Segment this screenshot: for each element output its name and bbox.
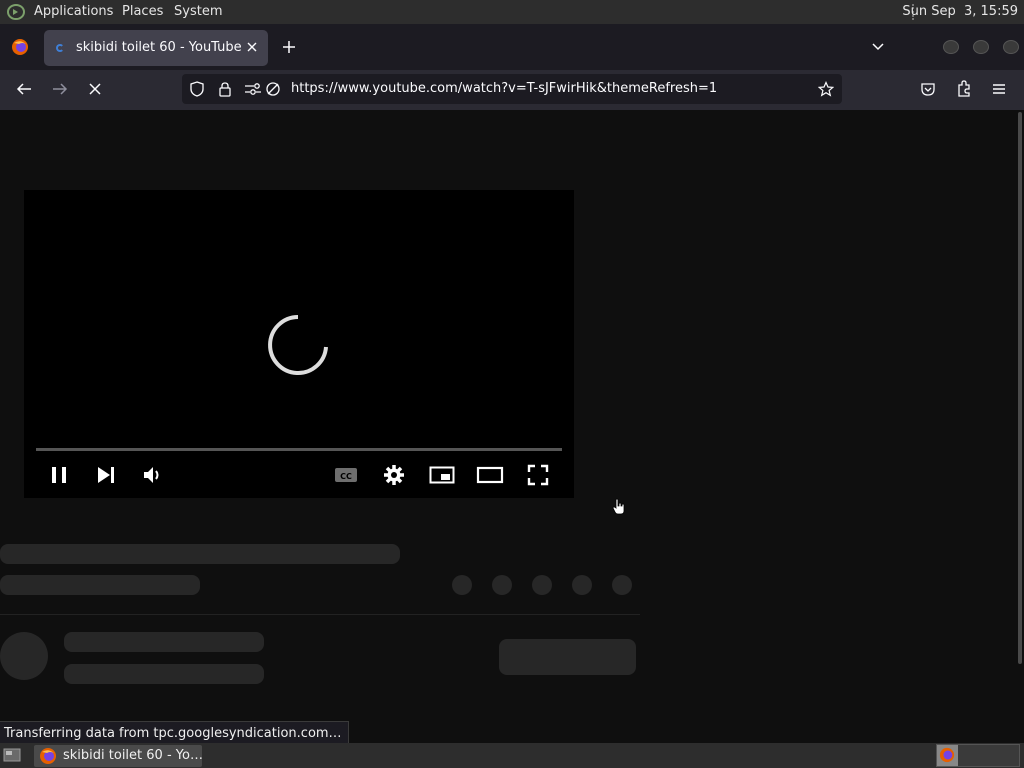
video-title-skeleton: [0, 544, 400, 564]
clock[interactable]: Sun Sep 3, 15:59: [902, 4, 1018, 19]
window-close-button[interactable]: [1003, 40, 1019, 54]
channel-name-skeleton: [64, 632, 264, 652]
workspace-firefox-mini-icon: [939, 747, 955, 763]
volume-icon[interactable]: [142, 465, 164, 485]
distro-logo-icon[interactable]: [6, 3, 26, 21]
forward-icon[interactable]: [51, 81, 69, 97]
loading-spinner-icon: [266, 313, 330, 377]
taskbar-item-label: skibidi toilet 60 - Yo…: [63, 748, 203, 763]
theater-icon[interactable]: [476, 465, 504, 485]
channel-subs-skeleton: [64, 664, 264, 684]
action-skeleton-3: [532, 575, 552, 595]
page-scrollbar[interactable]: [1018, 112, 1022, 664]
video-progress-bar[interactable]: [36, 448, 562, 451]
action-skeleton-1: [452, 575, 472, 595]
bookmark-star-icon[interactable]: [818, 81, 834, 97]
hamburger-menu-icon[interactable]: [992, 82, 1006, 96]
stop-icon[interactable]: [88, 82, 102, 96]
action-skeleton-4: [572, 575, 592, 595]
hand-cursor-icon: [612, 498, 626, 516]
channel-avatar-skeleton: [0, 632, 48, 680]
window-minimize-button[interactable]: [943, 40, 959, 54]
back-icon[interactable]: [15, 81, 33, 97]
miniplayer-icon[interactable]: [429, 465, 455, 485]
tab-close-icon[interactable]: [246, 40, 258, 54]
pause-icon[interactable]: [50, 465, 68, 485]
menu-applications[interactable]: Applications: [34, 4, 113, 19]
svg-text:CC: CC: [340, 472, 352, 481]
show-desktop-icon[interactable]: [3, 747, 21, 763]
captions-icon[interactable]: CC: [334, 465, 358, 485]
lock-icon[interactable]: [218, 81, 232, 97]
tracking-blocked-icon[interactable]: [265, 81, 281, 97]
tab-favicon-loading-icon: [56, 44, 64, 52]
video-meta-skeleton: [0, 575, 200, 595]
fullscreen-icon[interactable]: [527, 464, 549, 486]
action-skeleton-5: [612, 575, 632, 595]
divider: [0, 614, 640, 615]
menu-system[interactable]: System: [174, 4, 222, 19]
subscribe-button-skeleton: [499, 639, 636, 675]
pocket-icon[interactable]: [920, 81, 936, 97]
list-all-tabs-icon[interactable]: [871, 41, 885, 53]
shield-icon[interactable]: [189, 81, 205, 97]
window-maximize-button[interactable]: [973, 40, 989, 54]
tab-title: skibidi toilet 60 - YouTube: [76, 40, 242, 55]
extensions-icon[interactable]: [956, 80, 972, 98]
menu-places[interactable]: Places: [122, 4, 163, 19]
top-panel: Applications Places System Sun Sep 3, 15…: [0, 0, 1024, 24]
new-tab-icon[interactable]: [282, 40, 296, 54]
url-text[interactable]: https://www.youtube.com/watch?v=T-sJFwir…: [291, 81, 717, 96]
settings-gear-icon[interactable]: [383, 464, 405, 486]
action-skeleton-2: [492, 575, 512, 595]
permissions-icon[interactable]: [244, 82, 262, 96]
firefox-view-icon[interactable]: [11, 38, 29, 56]
firefox-icon: [39, 747, 57, 765]
next-icon[interactable]: [96, 465, 116, 485]
